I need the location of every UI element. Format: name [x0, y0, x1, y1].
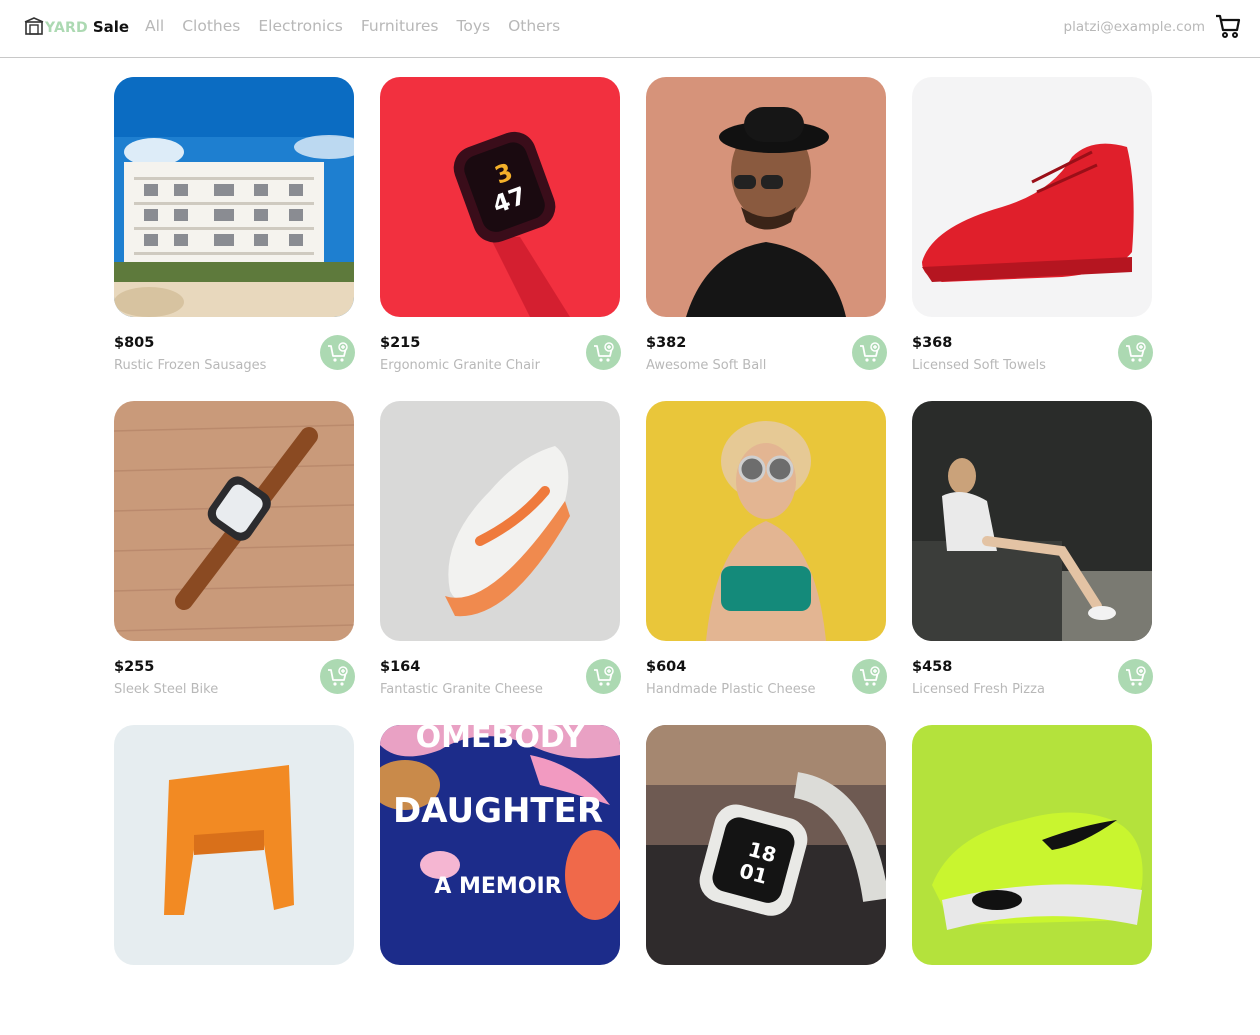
- add-to-cart-icon: [1126, 666, 1146, 686]
- storefront-icon: [24, 17, 44, 35]
- product-price: $164: [380, 659, 421, 675]
- add-to-cart-icon: [594, 342, 614, 362]
- add-to-cart-button[interactable]: [320, 335, 355, 370]
- product-image[interactable]: [912, 401, 1152, 641]
- add-to-cart-icon: [860, 342, 880, 362]
- add-to-cart-button[interactable]: [586, 659, 621, 694]
- product-image[interactable]: [114, 725, 354, 965]
- product-image[interactable]: [646, 77, 886, 317]
- nav-link-toys[interactable]: Toys: [457, 17, 491, 35]
- logo-yard: YARD: [45, 19, 88, 36]
- product-name: Ergonomic Granite Chair: [380, 358, 540, 373]
- product-card: 3 47 $215 Ergonomic Granite Chair: [380, 77, 621, 387]
- product-name: Licensed Fresh Pizza: [912, 682, 1045, 697]
- shopping-cart-icon[interactable]: [1215, 13, 1241, 39]
- add-to-cart-button[interactable]: [852, 335, 887, 370]
- add-to-cart-button[interactable]: [320, 659, 355, 694]
- product-image[interactable]: [912, 77, 1152, 317]
- product-price: $382: [646, 335, 687, 351]
- product-card: $164 Fantastic Granite Cheese: [380, 401, 621, 711]
- product-card: $805 Rustic Frozen Sausages: [114, 77, 355, 387]
- nav-link-furnitures[interactable]: Furnitures: [361, 17, 439, 35]
- product-card: OMEBODY DAUGHTER A MEMOIR: [380, 725, 620, 1035]
- product-card: 18 01: [646, 725, 886, 1035]
- navbar: YARD Sale All Clothes Electronics Furnit…: [0, 0, 1260, 58]
- book-cover-top-text: OMEBODY: [416, 725, 586, 755]
- add-to-cart-button[interactable]: [1118, 335, 1153, 370]
- product-price: $255: [114, 659, 155, 675]
- book-cover-title: DAUGHTER: [393, 791, 603, 831]
- product-card: $458 Licensed Fresh Pizza: [912, 401, 1153, 711]
- book-cover-subtitle: A MEMOIR: [434, 874, 561, 899]
- nav-link-all[interactable]: All: [145, 17, 164, 35]
- product-name: Licensed Soft Towels: [912, 358, 1046, 373]
- product-price: $368: [912, 335, 953, 351]
- nav-link-electronics[interactable]: Electronics: [258, 17, 342, 35]
- product-card: [114, 725, 354, 1035]
- add-to-cart-button[interactable]: [586, 335, 621, 370]
- product-name: Rustic Frozen Sausages: [114, 358, 267, 373]
- nav-link-others[interactable]: Others: [508, 17, 560, 35]
- product-name: Sleek Steel Bike: [114, 682, 219, 697]
- product-name: Awesome Soft Ball: [646, 358, 767, 373]
- logo[interactable]: YARD Sale: [24, 16, 129, 36]
- product-price: $458: [912, 659, 953, 675]
- product-name: Fantastic Granite Cheese: [380, 682, 543, 697]
- product-price: $215: [380, 335, 421, 351]
- add-to-cart-icon: [328, 342, 348, 362]
- add-to-cart-button[interactable]: [852, 659, 887, 694]
- add-to-cart-button[interactable]: [1118, 659, 1153, 694]
- product-card: [912, 725, 1152, 1035]
- product-image[interactable]: [114, 401, 354, 641]
- logo-sale: Sale: [92, 18, 130, 36]
- product-card: $604 Handmade Plastic Cheese: [646, 401, 887, 711]
- add-to-cart-icon: [860, 666, 880, 686]
- product-image[interactable]: [912, 725, 1152, 965]
- product-image[interactable]: 18 01: [646, 725, 886, 965]
- product-image[interactable]: [114, 77, 354, 317]
- nav-link-clothes[interactable]: Clothes: [182, 17, 240, 35]
- product-name: Handmade Plastic Cheese: [646, 682, 816, 697]
- product-card: $255 Sleek Steel Bike: [114, 401, 355, 711]
- add-to-cart-icon: [328, 666, 348, 686]
- product-card: $382 Awesome Soft Ball: [646, 77, 887, 387]
- product-price: $805: [114, 335, 155, 351]
- product-price: $604: [646, 659, 687, 675]
- add-to-cart-icon: [594, 666, 614, 686]
- product-image[interactable]: [380, 401, 620, 641]
- category-nav: All Clothes Electronics Furnitures Toys …: [145, 17, 578, 35]
- product-image[interactable]: [646, 401, 886, 641]
- product-image[interactable]: 3 47: [380, 77, 620, 317]
- product-image[interactable]: OMEBODY DAUGHTER A MEMOIR: [380, 725, 620, 965]
- account-email[interactable]: platzi@example.com: [1064, 19, 1205, 35]
- product-card: $368 Licensed Soft Towels: [912, 77, 1153, 387]
- add-to-cart-icon: [1126, 342, 1146, 362]
